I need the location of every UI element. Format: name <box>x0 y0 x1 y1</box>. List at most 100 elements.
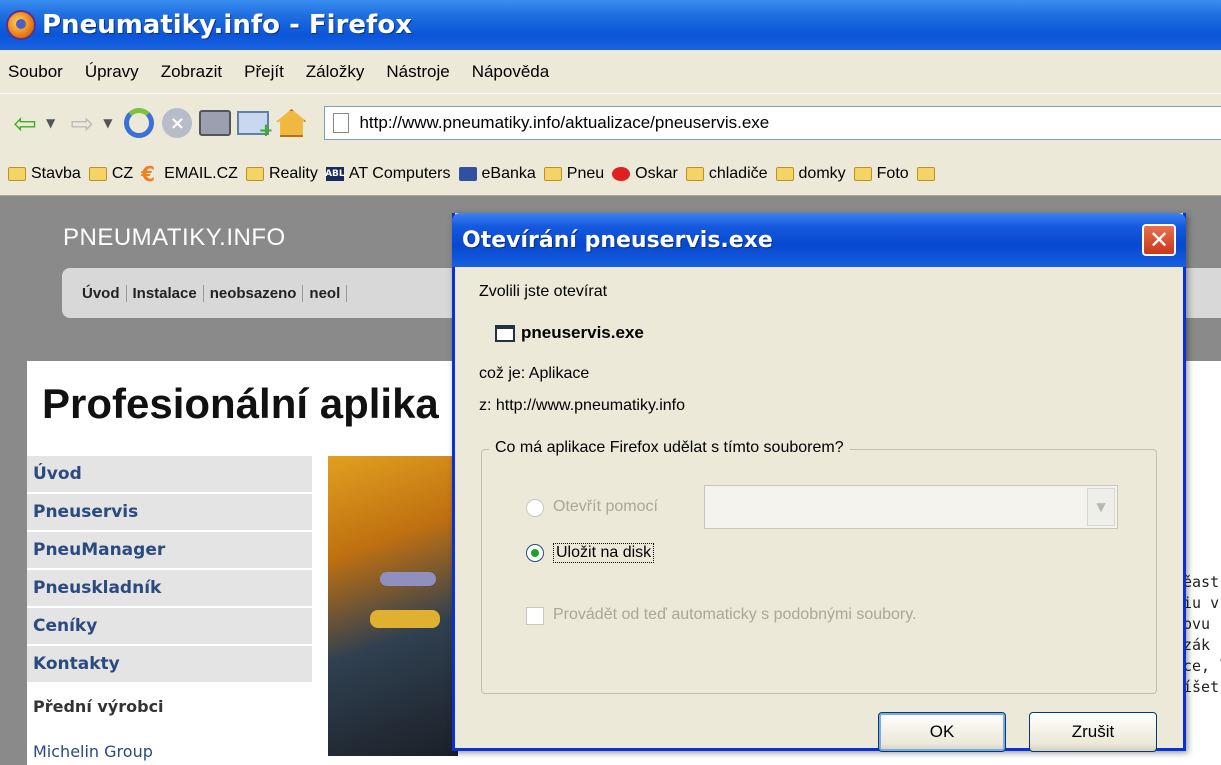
bookmarks-toolbar: Stavba CZ € EMAIL.CZ Reality ABL AT Comput… <box>0 152 1221 196</box>
site-tab-neobsazeno-2[interactable]: neol <box>303 284 348 302</box>
menu-soubor[interactable]: Soubor <box>8 62 63 82</box>
ok-button[interactable]: OK <box>878 712 1006 752</box>
chevron-down-icon[interactable]: ▼ <box>1087 488 1115 526</box>
bookmark-label: Oskar <box>635 164 678 182</box>
open-with-select[interactable]: ▼ <box>704 485 1118 529</box>
text-line: íšet <box>1183 678 1220 696</box>
url-bar[interactable]: http://www.pneumatiky.info/aktualizace/p… <box>324 106 1221 140</box>
site-tab-instalace[interactable]: Instalace <box>127 284 204 302</box>
sidebar-item-pneumanager[interactable]: PneuManager <box>27 532 312 570</box>
email-icon: € <box>141 161 156 186</box>
menu-upravy[interactable]: Úpravy <box>85 62 139 82</box>
bookmark-email-cz[interactable]: € EMAIL.CZ <box>141 161 238 186</box>
car-image <box>370 610 440 628</box>
site-tab-neobsazeno[interactable]: neobsazeno <box>204 284 304 302</box>
menu-prejit[interactable]: Přejít <box>244 62 284 82</box>
text-line: ovu <box>1183 615 1211 633</box>
bookmark-label: Stavba <box>31 164 81 182</box>
bookmark-label: Pneu <box>566 164 605 182</box>
window-title: Pneumatiky.info - Firefox <box>42 10 412 40</box>
bookmark-pneu[interactable]: Pneu <box>543 164 605 183</box>
sidebar-item-pneuservis[interactable]: Pneuservis <box>27 494 312 532</box>
bookmark-more[interactable] <box>916 166 940 181</box>
bookmark-stavba[interactable]: Stavba <box>8 165 81 183</box>
intro-text: Zvolili jste otevírat <box>479 283 608 300</box>
close-icon: ✕ <box>1148 226 1170 254</box>
menu-bar: Soubor Úpravy Zobrazit Přejít Záložky Ná… <box>0 50 1221 94</box>
oskar-icon <box>612 166 631 181</box>
dialog-titlebar: Otevírání pneuservis.exe ✕ <box>452 213 1186 267</box>
open-with-radio[interactable] <box>526 499 544 517</box>
bookmark-label: AT Computers <box>348 164 451 182</box>
menu-nastroje[interactable]: Nástroje <box>386 62 449 82</box>
mail-icon <box>237 111 273 141</box>
open-with-label: Otevřít pomocí <box>553 498 658 515</box>
close-button[interactable]: ✕ <box>1142 224 1176 256</box>
file-type: což je: Aplikace <box>479 365 590 382</box>
ebanka-icon <box>458 166 477 181</box>
folder-icon <box>775 166 794 181</box>
hero-image <box>328 456 458 756</box>
menu-napoveda[interactable]: Nápověda <box>472 62 550 82</box>
text-line: ěast <box>1183 573 1220 591</box>
save-to-disk-label[interactable]: Uložit na disk <box>553 543 655 563</box>
new-mail-button[interactable] <box>236 106 273 141</box>
folder-icon <box>685 166 704 181</box>
sidebar-link-michelin[interactable]: Michelin Group <box>27 742 312 761</box>
bookmark-label: Foto <box>876 164 909 182</box>
folder-icon <box>543 166 562 181</box>
site-sidebar: Úvod Pneuservis PneuManager Pneuskladník… <box>27 456 312 761</box>
site-tab-uvod[interactable]: Úvod <box>76 284 127 302</box>
file-name: pneuservis.exe <box>521 323 644 342</box>
bookmark-chladice[interactable]: chladiče <box>685 164 768 183</box>
back-arrow-icon[interactable]: ⇦ <box>8 106 42 140</box>
cancel-button[interactable]: Zrušit <box>1029 712 1157 752</box>
bookmark-foto[interactable]: Foto <box>853 164 909 183</box>
bookmark-domky[interactable]: domky <box>775 164 846 183</box>
dialog-body: Zvolili jste otevírat pneuservis.exe což… <box>455 267 1183 752</box>
car-image <box>380 572 436 586</box>
menu-zalozky[interactable]: Záložky <box>306 62 365 82</box>
dialog-title: Otevírání pneuservis.exe <box>462 227 773 253</box>
action-question: Co má aplikace Firefox udělat s tímto so… <box>489 439 850 457</box>
folder-icon <box>88 166 107 181</box>
text-line: zák <box>1183 636 1211 654</box>
url-text: http://www.pneumatiky.info/aktualizace/p… <box>359 113 770 132</box>
reload-button[interactable] <box>122 106 156 140</box>
bookmark-label: chladiče <box>708 164 768 182</box>
folder-icon <box>8 166 26 181</box>
forward-dropdown-icon[interactable]: ▼ <box>103 116 112 130</box>
sidebar-item-ceniky[interactable]: Ceníky <box>27 608 312 646</box>
text-line: iu v <box>1183 594 1220 612</box>
auto-action-label: Provádět od teď automaticky s podobnými … <box>553 606 917 623</box>
stop-button[interactable]: × <box>160 106 194 140</box>
bookmark-label: eBanka <box>481 164 536 182</box>
firefox-icon <box>6 10 36 40</box>
bookmark-label: domky <box>798 164 846 182</box>
auto-action-checkbox[interactable] <box>526 607 544 625</box>
menu-zobrazit[interactable]: Zobrazit <box>161 62 222 82</box>
bookmark-at-computers[interactable]: ABL AT Computers <box>325 164 451 183</box>
forward-arrow-icon[interactable]: ⇨ <box>65 106 99 140</box>
at-computers-icon: ABL <box>325 166 345 181</box>
sidebar-item-uvod[interactable]: Úvod <box>27 456 312 494</box>
print-button[interactable] <box>198 106 232 140</box>
page-heading: Profesionální aplika <box>42 380 439 427</box>
back-dropdown-icon[interactable]: ▼ <box>46 116 55 130</box>
bookmark-ebanka[interactable]: eBanka <box>458 164 536 183</box>
text-line: ce, l <box>1183 657 1221 675</box>
sidebar-item-pneuskladnik[interactable]: Pneuskladník <box>27 570 312 608</box>
bookmark-reality[interactable]: Reality <box>245 165 318 183</box>
bookmark-oskar[interactable]: Oskar <box>612 165 678 183</box>
bookmark-cz[interactable]: CZ <box>88 164 134 183</box>
page-icon <box>333 113 350 133</box>
home-button[interactable] <box>274 106 308 140</box>
folder-icon <box>916 166 935 181</box>
save-to-disk-radio[interactable] <box>526 544 544 562</box>
site-title: PNEUMATIKY.INFO <box>63 224 286 251</box>
folder-icon <box>853 166 872 181</box>
download-dialog: Otevírání pneuservis.exe ✕ Zvolili jste … <box>452 213 1186 752</box>
bookmark-label: CZ <box>111 164 134 182</box>
sidebar-item-kontakty[interactable]: Kontakty <box>27 646 312 684</box>
folder-icon <box>245 166 264 181</box>
